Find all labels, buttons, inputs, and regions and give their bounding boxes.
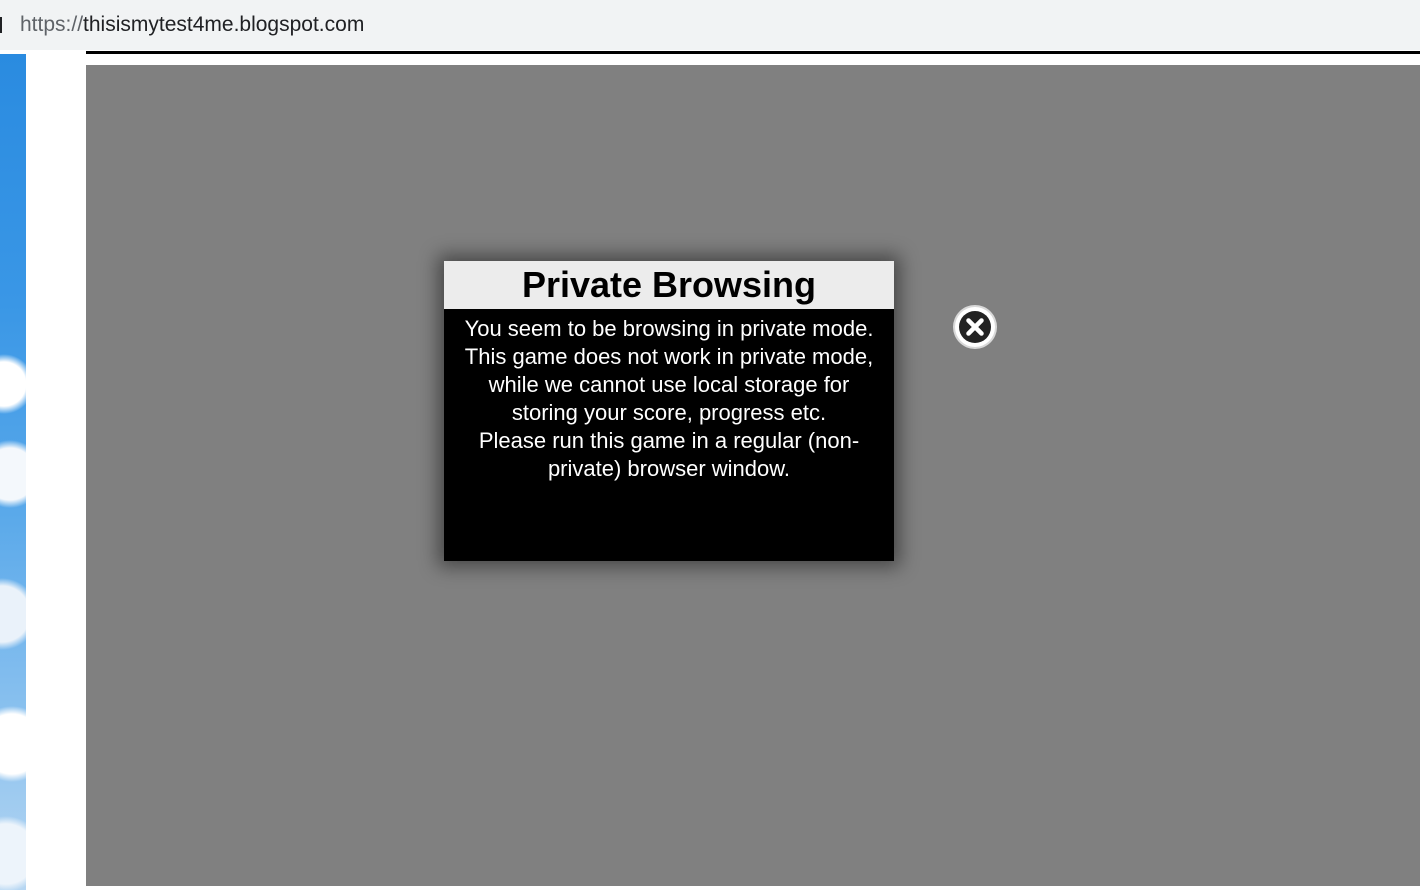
address-bar[interactable]: https://thisismytest4me.blogspot.com [0,0,1420,50]
dialog-message: You seem to be browsing in private mode.… [464,316,874,425]
url-host: thisismytest4me.blogspot.com [83,13,365,36]
page-divider [86,51,1420,54]
url-scheme: https:// [20,13,84,36]
url-field[interactable]: https://thisismytest4me.blogspot.com [20,12,364,38]
close-circle-icon [953,305,997,349]
sky-background-image [0,54,26,890]
page-margin [26,54,86,890]
close-dialog-button[interactable] [951,303,999,351]
dialog-title: Private Browsing [521,264,817,305]
dialog-instruction: Please run this game in a regular (non-p… [478,428,860,481]
private-browsing-dialog: Private Browsing You seem to be browsing… [444,261,894,561]
dialog-header: Private Browsing [444,261,894,309]
text-caret [0,17,2,33]
dialog-body: You seem to be browsing in private mode.… [444,309,894,561]
